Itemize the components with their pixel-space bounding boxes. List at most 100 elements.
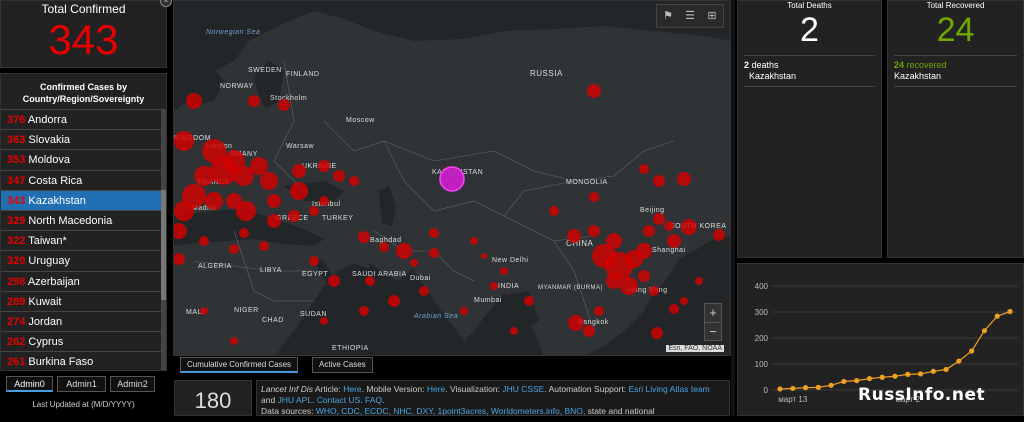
case-bubble[interactable]: [460, 307, 468, 315]
case-bubble[interactable]: [260, 172, 278, 190]
case-bubble[interactable]: [589, 192, 599, 202]
case-bubble[interactable]: [349, 176, 359, 186]
case-bubble[interactable]: [174, 253, 185, 265]
tab-admin1[interactable]: Admin1: [57, 376, 106, 392]
case-bubble[interactable]: [587, 84, 601, 98]
list-item[interactable]: 322 Taiwan*: [1, 231, 163, 252]
data-point[interactable]: [1007, 308, 1013, 315]
data-point[interactable]: [994, 313, 1000, 319]
case-bubble[interactable]: [194, 166, 214, 186]
case-bubble[interactable]: [695, 277, 703, 285]
tab-admin0[interactable]: Admin0: [6, 376, 53, 392]
case-bubble[interactable]: [669, 304, 679, 314]
data-sources-links[interactable]: WHO, CDC, ECDC, NHC, DXY, 1point3acres, …: [316, 406, 585, 415]
tab-active-cases[interactable]: Active Cases: [312, 357, 373, 373]
data-point[interactable]: [866, 375, 873, 382]
list-item[interactable]: 343 Kazakhstan: [1, 190, 163, 211]
case-bubble[interactable]: [359, 306, 369, 316]
data-point[interactable]: [879, 374, 885, 380]
data-point[interactable]: [905, 371, 911, 377]
case-bubble[interactable]: [429, 228, 439, 238]
data-point[interactable]: [828, 382, 834, 388]
case-bubble[interactable]: [320, 317, 328, 325]
case-bubble[interactable]: [248, 95, 260, 107]
mobile-link[interactable]: Here: [427, 384, 445, 394]
case-bubble[interactable]: [278, 99, 290, 111]
case-bubble[interactable]: [210, 157, 238, 185]
page-scrollbar[interactable]: [731, 0, 735, 416]
case-bubble[interactable]: [653, 175, 665, 187]
list-scrollbar[interactable]: [161, 110, 166, 370]
case-bubble[interactable]: [292, 164, 306, 178]
map-view[interactable]: Norwegian Sea SWEDEN FINLAND NORWAY RUSSIA St…: [173, 0, 731, 356]
case-bubble[interactable]: [236, 201, 256, 221]
list-item[interactable]: 320 Uruguay: [1, 251, 163, 272]
case-bubble[interactable]: [568, 315, 584, 331]
data-point[interactable]: [969, 348, 975, 354]
list-item[interactable]: 363 Slovakia: [1, 130, 163, 151]
case-bubble[interactable]: [396, 243, 412, 259]
case-bubble[interactable]: [250, 157, 268, 175]
case-bubble[interactable]: [594, 306, 604, 316]
contact-link[interactable]: Contact US: [317, 395, 360, 405]
case-bubble[interactable]: [205, 192, 223, 210]
list-item[interactable]: 274 Jordan: [1, 312, 163, 333]
grid-icon[interactable]: ⊞: [701, 5, 723, 27]
case-bubble[interactable]: [649, 286, 659, 296]
case-bubble[interactable]: [638, 270, 650, 282]
case-bubble[interactable]: [549, 206, 559, 216]
case-bubble[interactable]: [358, 231, 370, 243]
case-bubble[interactable]: [620, 277, 638, 295]
case-bubble[interactable]: [500, 267, 508, 275]
case-bubble[interactable]: [186, 93, 202, 109]
data-point[interactable]: [892, 373, 898, 379]
case-bubble[interactable]: [667, 234, 681, 248]
faq-link[interactable]: FAQ: [365, 395, 382, 405]
case-bubble[interactable]: [664, 221, 674, 231]
zoom-out-button[interactable]: −: [705, 322, 721, 340]
case-bubble[interactable]: [174, 223, 187, 239]
case-bubble[interactable]: [328, 275, 340, 287]
case-bubble[interactable]: [318, 160, 330, 172]
data-point[interactable]: [854, 378, 860, 384]
case-bubble[interactable]: [567, 229, 581, 243]
case-bubble[interactable]: [410, 259, 418, 267]
list-item[interactable]: 262 Cyprus: [1, 332, 163, 353]
case-bubble[interactable]: [288, 210, 300, 222]
case-bubble[interactable]: [636, 243, 652, 259]
case-bubble[interactable]: [319, 196, 329, 206]
case-bubble[interactable]: [230, 337, 238, 345]
case-bubble[interactable]: [583, 325, 595, 337]
esri-link[interactable]: Esri Living Atlas team: [628, 384, 709, 394]
close-icon[interactable]: ×: [160, 0, 172, 7]
data-point[interactable]: [917, 371, 924, 377]
case-bubble[interactable]: [490, 282, 498, 290]
case-bubble[interactable]: [713, 229, 725, 241]
case-bubble[interactable]: [379, 242, 389, 252]
data-point[interactable]: [981, 328, 988, 334]
list-item[interactable]: 353 Moldova: [1, 150, 163, 171]
case-bubble[interactable]: [309, 256, 319, 266]
case-bubble[interactable]: [239, 228, 249, 238]
case-bubble[interactable]: [267, 194, 281, 208]
data-point[interactable]: [930, 368, 936, 374]
case-bubble[interactable]: [388, 295, 400, 307]
case-bubble[interactable]: [200, 307, 208, 315]
case-bubble[interactable]: [680, 297, 688, 305]
case-bubble[interactable]: [677, 172, 691, 186]
article-link[interactable]: Here: [343, 384, 361, 394]
case-bubble[interactable]: [681, 219, 697, 235]
case-bubble[interactable]: [643, 225, 655, 237]
data-point[interactable]: [802, 385, 809, 391]
data-point[interactable]: [956, 358, 962, 364]
case-bubble[interactable]: [639, 164, 649, 174]
data-point[interactable]: [943, 366, 949, 373]
case-bubble[interactable]: [510, 327, 518, 335]
zoom-in-button[interactable]: +: [705, 304, 721, 322]
tab-cumulative-confirmed[interactable]: Cumulative Confirmed Cases: [180, 357, 299, 373]
jhu-csse-link[interactable]: JHU CSSE: [502, 384, 544, 394]
case-bubble[interactable]: [174, 201, 194, 221]
list-item[interactable]: 289 Kuwait: [1, 292, 163, 312]
case-bubble[interactable]: [174, 131, 194, 151]
list-item[interactable]: 298 Azerbaijan: [1, 272, 163, 292]
